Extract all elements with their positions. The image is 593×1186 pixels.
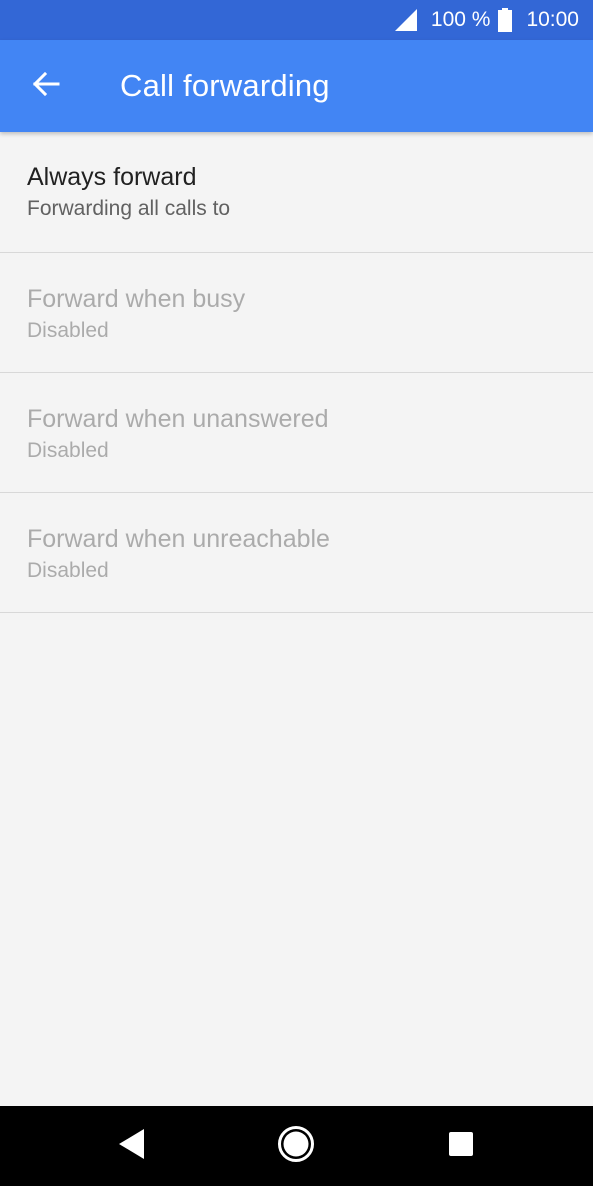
back-arrow-icon — [32, 70, 60, 103]
nav-back-button[interactable] — [82, 1106, 182, 1186]
back-button[interactable] — [0, 40, 92, 132]
status-bar: 100 % 10:00 — [0, 0, 593, 40]
item-subtitle: Disabled — [27, 439, 109, 462]
list-item-forward-when-unanswered: Forward when unanswered Disabled — [0, 373, 593, 493]
page-title: Call forwarding — [120, 68, 330, 103]
clock: 10:00 — [526, 8, 579, 31]
navigation-bar — [0, 1106, 593, 1186]
app-bar: Call forwarding — [0, 40, 593, 132]
signal-icon — [393, 9, 417, 31]
nav-home-button[interactable] — [246, 1106, 346, 1186]
item-subtitle: Disabled — [27, 319, 109, 342]
list-item-forward-when-unreachable: Forward when unreachable Disabled — [0, 493, 593, 613]
item-subtitle: Forwarding all calls to — [27, 197, 231, 220]
home-icon — [277, 1125, 315, 1168]
item-title: Always forward — [27, 163, 197, 191]
recents-icon — [448, 1131, 474, 1162]
item-title: Forward when unreachable — [27, 525, 330, 553]
list-item-forward-when-busy: Forward when busy Disabled — [0, 253, 593, 373]
battery-percent: 100 % — [430, 8, 491, 31]
item-subtitle: Disabled — [27, 559, 109, 582]
item-title: Forward when busy — [27, 285, 246, 313]
list-item-always-forward[interactable]: Always forward Forwarding all calls to — [0, 132, 593, 253]
back-icon — [117, 1128, 147, 1165]
nav-recents-button[interactable] — [411, 1106, 511, 1186]
battery-icon — [498, 8, 513, 32]
call-forwarding-list: Always forward Forwarding all calls to F… — [0, 132, 593, 613]
item-title: Forward when unanswered — [27, 405, 329, 433]
